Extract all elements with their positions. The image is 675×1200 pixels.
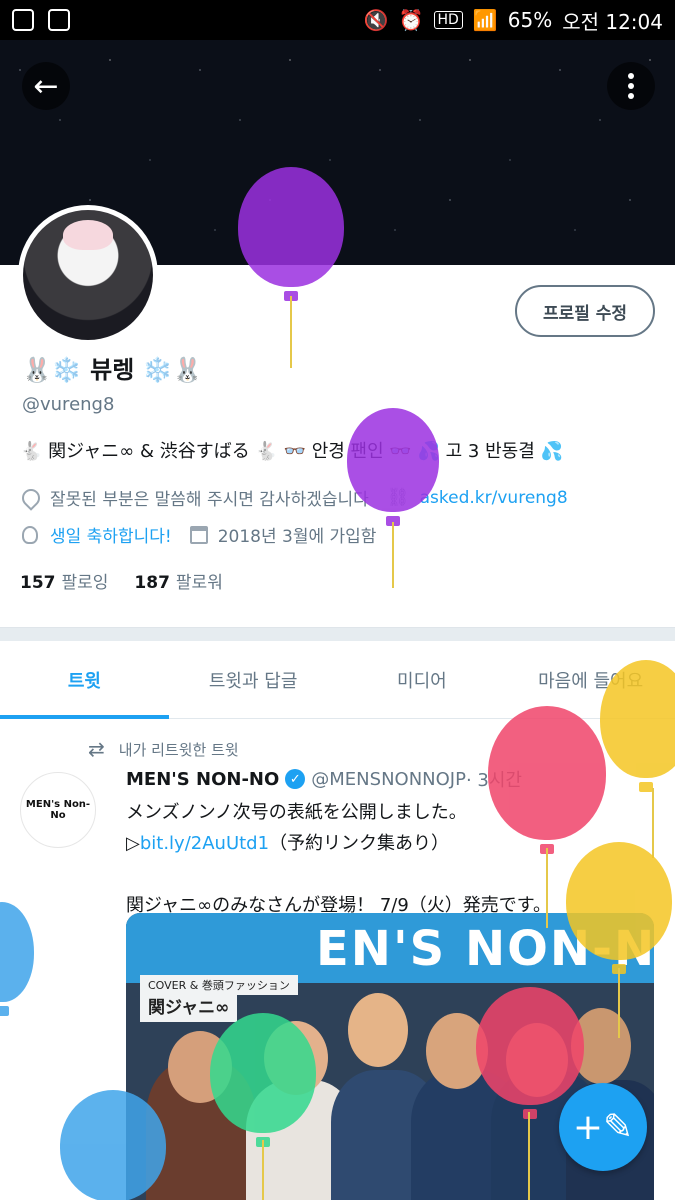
follow-stats: 157 팔로잉 187 팔로워	[20, 568, 223, 593]
following-link[interactable]: 157 팔로잉	[20, 568, 108, 593]
hd-badge: HD	[433, 11, 463, 29]
blue-balloon	[60, 1090, 166, 1200]
app-notification-icon	[48, 9, 70, 31]
pink-balloon	[488, 706, 606, 840]
cover-person-head	[348, 993, 408, 1067]
tweet-line-2-suffix: （予約リンク集あり）	[269, 833, 450, 854]
tweet-link[interactable]: bit.ly/2AuUtd1	[140, 833, 269, 854]
tweet-author-name[interactable]: MEN'S NON-NO	[126, 769, 279, 790]
profile-location: 잘못된 부분은 말씀해 주시면 감사하겠습니다	[50, 490, 369, 510]
back-arrow-icon: ←	[33, 68, 59, 104]
yellow-balloon	[566, 842, 672, 960]
calendar-icon	[189, 525, 208, 544]
magazine-subtitle: COVER & 巻頭ファッション	[140, 975, 298, 995]
verified-badge-icon: ✓	[285, 769, 306, 789]
more-vertical-icon	[628, 73, 634, 79]
more-options-button[interactable]	[607, 62, 655, 110]
tab-media[interactable]: 미디어	[338, 641, 507, 718]
purple-balloon	[347, 408, 439, 512]
clock: 오전 12:04	[562, 9, 663, 34]
profile-avatar[interactable]	[18, 205, 158, 345]
tweet-header: MEN'S NON-NO ✓ @MENSNONNOJP · 3시간	[126, 766, 522, 792]
followers-label: 팔로워	[175, 573, 223, 593]
following-count: 157	[20, 573, 56, 593]
more-vertical-icon-dot	[628, 83, 634, 89]
twitch-notification-icon	[12, 9, 34, 31]
compose-feather-icon: +✎	[572, 1106, 634, 1148]
avatar-image	[23, 210, 153, 340]
profile-meta-row-1: 잘못된 부분은 말씀해 주시면 감사하겠습니다 ⛓ asked.kr/vuren…	[18, 484, 568, 511]
green-balloon	[210, 1013, 316, 1133]
tab-tweets[interactable]: 트윗	[0, 641, 169, 719]
profile-bio: 🐇 関ジャニ∞ & 渋谷すばる 🐇 👓 안경 팬인 👓 💦 고 3 반동결 💦	[20, 441, 563, 462]
profile-website-link[interactable]: asked.kr/vureng8	[420, 488, 568, 508]
location-pin-icon	[18, 484, 44, 511]
profile-name: 🐰❄️ 뷰렝 ❄️🐰	[22, 356, 203, 384]
compose-tweet-button[interactable]: +✎	[559, 1083, 647, 1171]
edit-profile-button[interactable]: 프로필 수정	[515, 285, 655, 337]
tweet-author-avatar[interactable]: MEN's Non-No	[20, 772, 96, 848]
battery-level: 65%	[507, 8, 553, 32]
tweet-arrow: ▷	[126, 833, 140, 854]
alarm-icon: ⏰	[398, 8, 424, 32]
balloon-string	[290, 296, 292, 368]
retweet-icon: ⇄	[88, 737, 105, 761]
followers-link[interactable]: 187 팔로워	[134, 568, 222, 593]
balloon-string	[652, 788, 654, 858]
balloon-string	[618, 968, 620, 1038]
more-vertical-icon-dot	[628, 93, 634, 99]
tab-tweets-replies[interactable]: 트윗과 답글	[169, 641, 338, 718]
balloon-string	[546, 848, 548, 928]
tweet-author-handle: @MENSNONNOJP	[311, 768, 466, 790]
profile-handle: @vureng8	[22, 394, 115, 415]
section-divider	[0, 627, 675, 641]
balloon-string	[528, 1112, 530, 1200]
profile-joined-date: 2018년 3월에 가입함	[217, 527, 377, 547]
tweet-line-2: ▷bit.ly/2AuUtd1（予約リンク集あり）	[126, 828, 656, 859]
following-label: 팔로잉	[61, 573, 109, 593]
balloon-icon	[22, 525, 38, 544]
birthday-link[interactable]: 생일 축하합니다!	[50, 522, 172, 547]
purple-balloon	[238, 167, 344, 287]
profile-meta-row-2: 생일 축하합니다! 2018년 3월에 가입함	[22, 522, 376, 547]
status-bar: 🔇 ⏰ HD 📶 65% 오전 12:04	[0, 0, 675, 40]
blue-balloon	[0, 902, 34, 1002]
pink-balloon	[476, 987, 584, 1105]
profile-tabs: 트윗 트윗과 답글 미디어 마음에 들어요	[0, 641, 675, 719]
retweet-label: 내가 리트윗한 트윗	[118, 740, 239, 759]
mute-icon: 🔇	[363, 8, 389, 32]
balloon-string	[392, 522, 394, 588]
retweet-indicator: ⇄ 내가 리트윗한 트윗	[88, 737, 239, 761]
followers-count: 187	[134, 573, 170, 593]
wifi-icon: 📶	[472, 8, 498, 32]
magazine-subtitle-2: 関ジャニ∞	[140, 993, 238, 1022]
balloon-string	[262, 1140, 264, 1200]
back-button[interactable]: ←	[22, 62, 70, 110]
